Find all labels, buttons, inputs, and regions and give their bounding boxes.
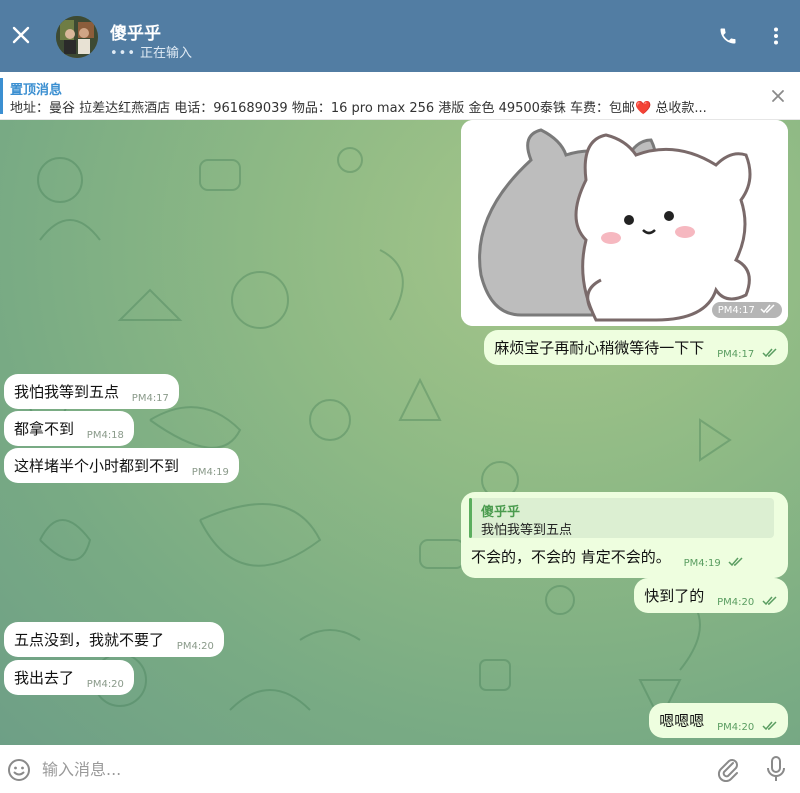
incoming-message[interactable]: 我出去了 PM4:20 [4, 660, 134, 695]
close-icon [772, 90, 784, 102]
outgoing-message[interactable]: 嗯嗯嗯 PM4:20 [649, 703, 788, 738]
double-check-icon [760, 304, 775, 314]
close-button[interactable] [4, 18, 38, 52]
chat-title[interactable]: 傻乎乎 [110, 19, 161, 44]
incoming-message[interactable]: 都拿不到 PM4:18 [4, 411, 134, 446]
smile-icon [8, 759, 30, 781]
emoji-button[interactable] [6, 757, 32, 783]
voice-record-button[interactable] [764, 755, 788, 783]
reply-accent-bar [469, 498, 472, 538]
outgoing-reply-message[interactable]: 傻乎乎 我怕我等到五点 不会的，不会的 肯定不会的。 PM4:19 [461, 492, 788, 578]
reply-author: 傻乎乎 [481, 505, 521, 520]
incoming-message[interactable]: 这样堵半个小时都到不到 PM4:19 [4, 448, 239, 483]
message-list[interactable]: PM4:17 麻烦宝子再耐心稍微等待一下下 PM4:17 我怕我等到五点 PM4… [0, 120, 800, 745]
avatar[interactable] [56, 16, 98, 58]
message-time: PM4:19 [191, 467, 229, 478]
reply-body: 不会的，不会的 肯定不会的。 PM4:19 [471, 546, 744, 569]
message-text: 都拿不到 [14, 420, 75, 438]
pinned-text: 地址：曼谷 拉差达红燕酒店 电话：961689039 物品：16 pro max… [10, 101, 707, 116]
message-text: 嗯嗯嗯 [659, 712, 705, 730]
message-time: PM4:20 [86, 679, 124, 690]
typing-dots: ••• [110, 46, 137, 61]
typing-status-text: 正在输入 [140, 46, 193, 61]
double-check-icon [762, 721, 777, 730]
double-check-icon [762, 596, 777, 605]
message-text: 我怕我等到五点 [14, 383, 120, 401]
outgoing-message[interactable]: 快到了的 PM4:20 [634, 578, 788, 613]
incoming-message[interactable]: 我怕我等到五点 PM4:17 [4, 374, 179, 409]
reply-text: 我怕我等到五点 [481, 523, 573, 538]
microphone-icon [767, 756, 785, 781]
message-time: PM4:20 [717, 597, 755, 608]
message-time: PM4:18 [86, 430, 124, 441]
reply-quote[interactable]: 傻乎乎 我怕我等到五点 [469, 498, 774, 538]
phone-icon [720, 28, 736, 44]
more-menu-button[interactable] [764, 24, 788, 48]
pinned-accent-bar [0, 78, 3, 114]
message-text: 五点没到，我就不要了 [14, 631, 165, 649]
attach-button[interactable] [715, 756, 741, 783]
double-check-icon [762, 348, 777, 357]
message-composer [0, 745, 800, 793]
sticker-message[interactable]: PM4:17 [461, 120, 788, 326]
double-check-icon [728, 557, 743, 566]
paperclip-icon [717, 759, 738, 783]
message-input[interactable] [42, 755, 682, 783]
message-time: PM4:19 [683, 558, 721, 569]
message-text: 我出去了 [14, 669, 75, 687]
message-time: PM4:17 [717, 305, 755, 316]
message-time: PM4:17 [717, 349, 755, 360]
cat-sticker-image [461, 120, 788, 326]
pinned-message[interactable]: 置顶消息 地址：曼谷 拉差达红燕酒店 电话：961689039 物品：16 pr… [0, 72, 800, 120]
incoming-message[interactable]: 五点没到，我就不要了 PM4:20 [4, 622, 224, 657]
sticker-time: PM4:17 [711, 302, 782, 318]
call-button[interactable] [716, 24, 740, 48]
outgoing-message[interactable]: 麻烦宝子再耐心稍微等待一下下 PM4:17 [484, 330, 788, 365]
message-time: PM4:20 [717, 722, 755, 733]
message-text: 这样堵半个小时都到不到 [14, 457, 180, 475]
pinned-title: 置顶消息 [10, 83, 63, 98]
message-text: 快到了的 [644, 587, 705, 605]
message-time: PM4:20 [176, 641, 214, 652]
chat-header: 傻乎乎 ••• 正在输入 [0, 0, 800, 72]
message-time: PM4:17 [131, 393, 169, 404]
message-text: 麻烦宝子再耐心稍微等待一下下 [494, 339, 705, 357]
pinned-close-button[interactable] [768, 86, 788, 106]
close-icon [12, 26, 30, 44]
message-text: 不会的，不会的 肯定不会的。 [471, 548, 671, 566]
more-vert-icon [774, 27, 778, 45]
typing-status: ••• 正在输入 [110, 42, 192, 61]
